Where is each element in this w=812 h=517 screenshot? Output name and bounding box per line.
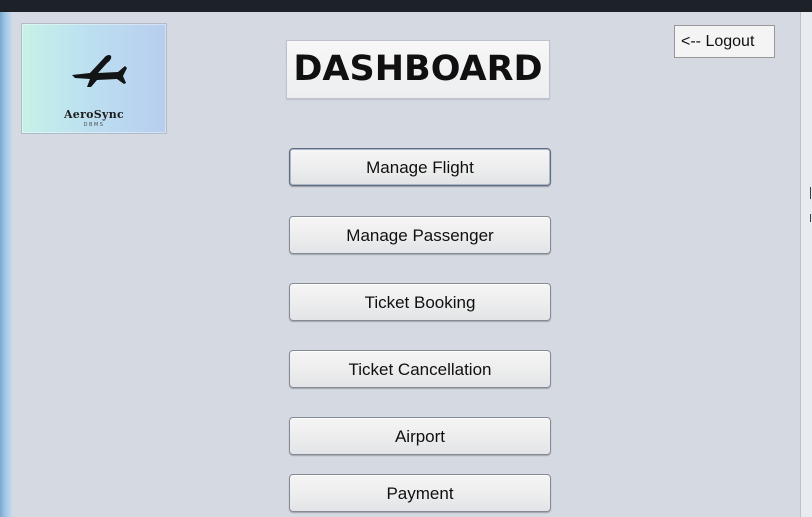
logo-subtitle: DBMS xyxy=(83,122,105,128)
airplane-icon xyxy=(72,54,127,87)
window-right-border xyxy=(800,12,812,517)
desktop-screen: AeroSync DBMS DASHBOARD <-- Logout Manag… xyxy=(0,0,812,517)
manage-flight-button[interactable]: Manage Flight xyxy=(289,148,551,186)
airport-button[interactable]: Airport xyxy=(289,417,551,455)
aerosync-logo: AeroSync DBMS xyxy=(21,23,167,134)
ticket-cancellation-button[interactable]: Ticket Cancellation xyxy=(289,350,551,388)
logout-button[interactable]: <-- Logout xyxy=(674,25,775,58)
page-title: DASHBOARD xyxy=(286,40,550,99)
logo-name: AeroSync xyxy=(63,108,125,121)
payment-button[interactable]: Payment xyxy=(289,474,551,512)
manage-passenger-button[interactable]: Manage Passenger xyxy=(289,216,551,254)
ticket-booking-button[interactable]: Ticket Booking xyxy=(289,283,551,321)
